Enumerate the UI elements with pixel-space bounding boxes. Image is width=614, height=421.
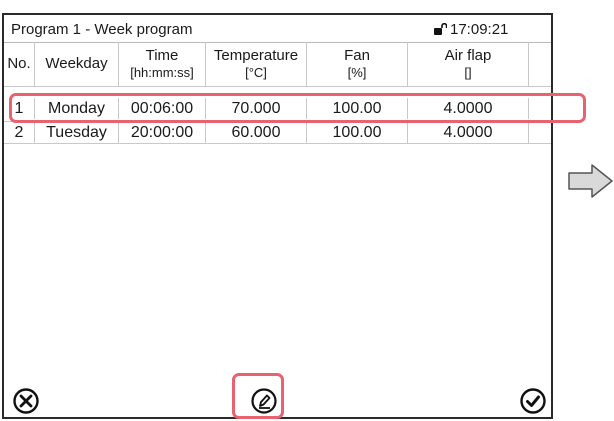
- row-divider: [4, 143, 551, 144]
- cell-time: 20:00:00: [119, 122, 206, 143]
- title-bar: Program 1 - Week program 17:09:21: [4, 15, 551, 43]
- column-header-fan: Fan [%]: [307, 42, 408, 86]
- cell-weekday: Tuesday: [35, 122, 119, 143]
- confirm-button[interactable]: [517, 385, 549, 417]
- program-panel: Program 1 - Week program 17:09:21 No. We…: [2, 13, 553, 419]
- lock-icon: [434, 23, 447, 35]
- column-header-no: No.: [4, 42, 35, 86]
- column-header-weekday: Weekday: [35, 42, 119, 86]
- cell-fan: 100.00: [307, 122, 408, 143]
- selected-row-highlight: [9, 93, 586, 123]
- cell-air-flap: 4.0000: [408, 122, 529, 143]
- column-header-temperature: Temperature [°C]: [206, 42, 307, 86]
- edit-button-highlight: [232, 373, 284, 419]
- cell-no: 2: [4, 122, 35, 143]
- close-circle-icon: [13, 388, 39, 414]
- cell-temperature: 60.000: [206, 122, 307, 143]
- page-title: Program 1 - Week program: [11, 21, 193, 38]
- column-header-air-flap: Air flap[]: [408, 42, 529, 86]
- column-header-time: Time [hh:mm:ss]: [119, 42, 206, 86]
- cancel-button[interactable]: [10, 385, 42, 417]
- arrow-right-icon: [568, 164, 613, 198]
- header-divider: [4, 86, 551, 87]
- checkmark-circle-icon: [520, 388, 546, 414]
- clock-time: 17:09:21: [450, 21, 509, 38]
